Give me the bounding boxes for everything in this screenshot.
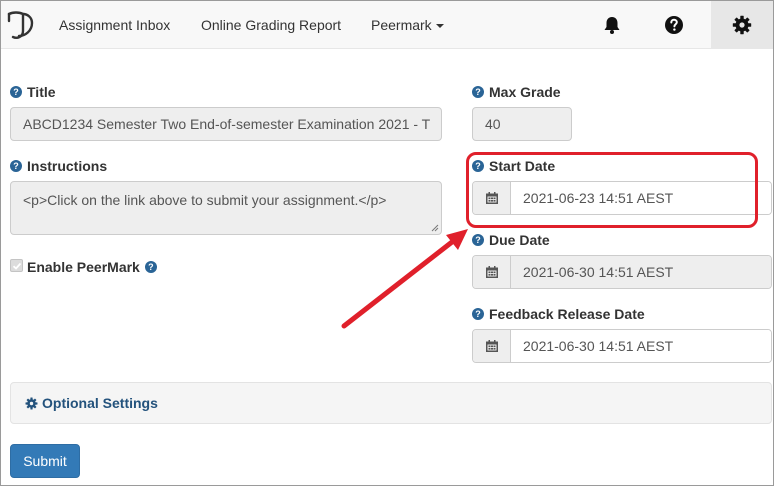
instructions-textarea[interactable]: <p>Click on the link above to submit you… — [10, 181, 442, 235]
optional-settings-label[interactable]: Optional Settings — [42, 395, 158, 411]
nav-online-grading-report[interactable]: Online Grading Report — [201, 17, 341, 33]
help-circle-icon[interactable]: ? — [472, 234, 484, 246]
help-circle-icon[interactable]: ? — [10, 160, 22, 172]
caret-down-icon — [435, 24, 444, 29]
max-grade-input[interactable]: 40 — [472, 107, 572, 141]
settings-button[interactable] — [711, 1, 773, 48]
title-input[interactable]: ABCD1234 Semester Two End-of-semester Ex… — [10, 107, 442, 141]
due-date-input[interactable]: 2021-06-30 14:51 AEST — [472, 255, 772, 289]
instructions-text: <p>Click on the link above to submit you… — [23, 192, 387, 208]
help-circle-icon[interactable]: ? — [472, 86, 484, 98]
feedback-release-date-label: ? Feedback Release Date — [472, 306, 645, 322]
bell-icon — [604, 16, 620, 34]
help-circle-icon[interactable]: ? — [10, 86, 22, 98]
title-label-text: Title — [27, 84, 56, 100]
optional-settings-panel[interactable]: Optional Settings — [10, 382, 772, 424]
help-button[interactable] — [643, 1, 705, 48]
feedback-release-date-input[interactable]: 2021-06-30 14:51 AEST — [472, 329, 772, 363]
app-logo-icon[interactable] — [5, 9, 37, 41]
calendar-icon[interactable] — [473, 330, 511, 362]
instructions-label: ? Instructions — [10, 158, 107, 174]
help-circle-icon[interactable]: ? — [472, 308, 484, 320]
feedback-release-date-value[interactable]: 2021-06-30 14:51 AEST — [511, 330, 771, 362]
gear-icon — [732, 15, 752, 34]
submit-button[interactable]: Submit — [10, 444, 80, 478]
enable-peermark-text: Enable PeerMark — [27, 259, 140, 275]
question-circle-icon — [665, 15, 683, 34]
max-grade-label-text: Max Grade — [489, 84, 561, 100]
feedback-release-date-label-text: Feedback Release Date — [489, 306, 645, 322]
nav-assignment-inbox[interactable]: Assignment Inbox — [59, 17, 170, 33]
enable-peermark-checkbox[interactable] — [10, 259, 23, 272]
due-date-value[interactable]: 2021-06-30 14:51 AEST — [511, 256, 771, 288]
nav-peermark-dropdown[interactable]: Peermark — [371, 17, 444, 33]
due-date-label: ? Due Date — [472, 232, 550, 248]
enable-peermark-label: Enable PeerMark ? — [27, 259, 162, 275]
top-navbar: Assignment Inbox Online Grading Report P… — [1, 1, 773, 49]
annotation-highlight-box — [466, 152, 758, 228]
title-label: ? Title — [10, 84, 56, 100]
due-date-label-text: Due Date — [489, 232, 550, 248]
checkmark-icon — [12, 262, 21, 270]
help-circle-icon[interactable]: ? — [144, 261, 157, 273]
calendar-icon[interactable] — [473, 256, 511, 288]
gear-icon — [25, 397, 38, 409]
instructions-label-text: Instructions — [27, 158, 108, 174]
resize-handle-icon[interactable] — [431, 224, 439, 232]
notifications-button[interactable] — [581, 1, 643, 48]
max-grade-label: ? Max Grade — [472, 84, 561, 100]
nav-peermark-label: Peermark — [371, 17, 432, 33]
